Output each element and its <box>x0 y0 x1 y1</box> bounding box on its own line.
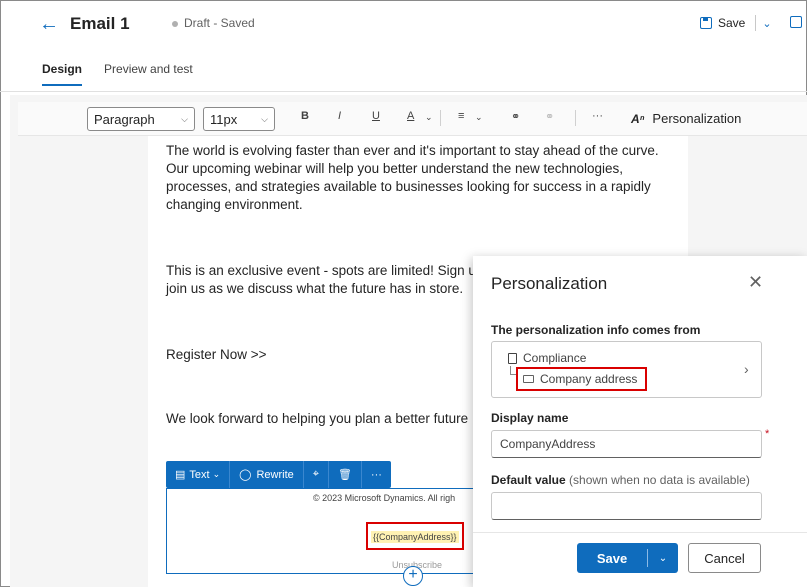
tab-bar: Design Preview and test <box>42 62 193 86</box>
required-asterisk: * <box>765 428 770 440</box>
chevron-down-icon[interactable]: ⌄ <box>475 112 483 123</box>
default-value-label: Default value (shown when no data is ava… <box>491 473 750 487</box>
footer-copyright: © 2023 Microsoft Dynamics. All righ <box>313 493 456 503</box>
chevron-down-icon[interactable]: ⌄ <box>425 112 433 123</box>
rewrite-button[interactable]: ◯ Rewrite <box>230 461 304 488</box>
tab-preview-and-test[interactable]: Preview and test <box>104 62 193 86</box>
display-name-label: Display name <box>491 411 569 425</box>
tab-design[interactable]: Design <box>42 62 83 86</box>
document-icon <box>508 352 517 364</box>
panel-title: Personalization <box>491 274 608 293</box>
exclusive-line-1: This is an exclusive event - spots are l… <box>166 263 484 278</box>
chevron-down-icon[interactable]: ⌄ <box>648 553 678 564</box>
header-more-icon[interactable] <box>790 16 802 28</box>
source-parent-label: Compliance <box>523 351 587 365</box>
source-child-label: Company address <box>540 372 638 386</box>
delete-icon[interactable]: 🗑 <box>329 461 362 488</box>
register-link[interactable]: Register Now >> <box>166 346 267 364</box>
italic-button[interactable]: I <box>338 110 341 122</box>
intro-line-2: Our upcoming webinar will help you bette… <box>166 161 624 176</box>
closing-text: We look forward to helping you plan a be… <box>166 411 469 426</box>
field-icon <box>523 375 534 383</box>
text-block-label: Text <box>189 468 210 481</box>
company-address-token[interactable]: {{CompanyAddress}} <box>371 531 459 543</box>
chevron-down-icon: ⌄ <box>212 469 221 479</box>
default-value-label-text: Default value <box>491 473 566 487</box>
toolbar-divider <box>575 110 576 126</box>
chevron-down-icon: ⌵ <box>261 113 268 124</box>
display-name-input[interactable] <box>491 430 762 458</box>
font-size-select[interactable]: 11px ⌵ <box>203 107 275 131</box>
exclusive-line-2: join us as we discuss what the future ha… <box>166 281 464 296</box>
panel-save-label: Save <box>596 550 628 566</box>
chevron-down-icon: ⌵ <box>181 113 188 124</box>
intro-line-4: changing environment. <box>166 197 303 212</box>
unlink-icon: ⚭ <box>545 111 555 123</box>
intro-line-1: The world is evolving faster than ever a… <box>166 143 659 158</box>
close-icon[interactable]: ✕ <box>748 272 763 293</box>
draft-status-dot-icon <box>172 21 178 27</box>
cancel-button[interactable]: Cancel <box>688 543 761 573</box>
paragraph-style-select[interactable]: Paragraph ⌵ <box>87 107 195 131</box>
default-value-hint: (shown when no data is available) <box>569 473 750 487</box>
paragraph-style-value: Paragraph <box>94 111 155 127</box>
text-block-type-button[interactable]: ▤ Text ⌄ <box>166 461 231 488</box>
default-value-input[interactable] <box>491 492 762 520</box>
rewrite-label: Rewrite <box>256 468 294 481</box>
intro-line-3: processes, and strategies available to b… <box>166 179 651 194</box>
draft-status-text: Draft - Saved <box>184 16 255 30</box>
personalization-icon: Aⁿ <box>631 111 645 126</box>
copilot-rewrite-icon: ◯ <box>239 469 252 481</box>
back-arrow-icon[interactable]: ← <box>38 13 60 35</box>
link-icon[interactable]: ⚭ <box>511 110 520 123</box>
source-parent-item: Compliance <box>508 351 586 365</box>
more-options-button[interactable]: ··· <box>592 110 603 122</box>
align-icon[interactable]: ≡ <box>458 110 464 122</box>
header-save-button[interactable]: Save ⌄ <box>700 15 772 31</box>
chevron-down-icon[interactable]: ⌄ <box>762 17 771 30</box>
personalization-label: Personalization <box>652 111 742 126</box>
tabs-divider <box>0 91 807 92</box>
toolbar-divider <box>440 110 441 126</box>
page-title: Email 1 <box>70 14 130 33</box>
header-save-label: Save <box>718 16 746 30</box>
block-more-button[interactable]: ··· <box>362 461 391 488</box>
move-block-icon[interactable]: ⌖ <box>304 461 329 488</box>
panel-footer-divider <box>473 532 807 533</box>
personalization-button[interactable]: Aⁿ Personalization <box>631 111 741 126</box>
token-highlight-box: {{CompanyAddress}} <box>366 522 464 550</box>
underline-button[interactable]: U <box>372 110 380 122</box>
source-label: The personalization info comes from <box>491 323 701 337</box>
bold-button[interactable]: B <box>301 110 309 122</box>
text-block-icon: ▤ <box>175 469 186 481</box>
save-disk-icon <box>700 17 712 29</box>
panel-save-button[interactable]: Save ⌄ <box>577 543 678 573</box>
save-divider <box>755 15 757 31</box>
font-color-button[interactable]: A <box>407 110 414 122</box>
font-size-value: 11px <box>210 111 238 127</box>
source-child-highlight: Company address <box>516 367 648 391</box>
text-block-toolbar: ▤ Text ⌄ ◯ Rewrite ⌖ 🗑 ··· <box>166 461 391 488</box>
add-block-plus-icon[interactable]: + <box>403 566 423 586</box>
chevron-right-icon[interactable]: › <box>744 361 749 377</box>
